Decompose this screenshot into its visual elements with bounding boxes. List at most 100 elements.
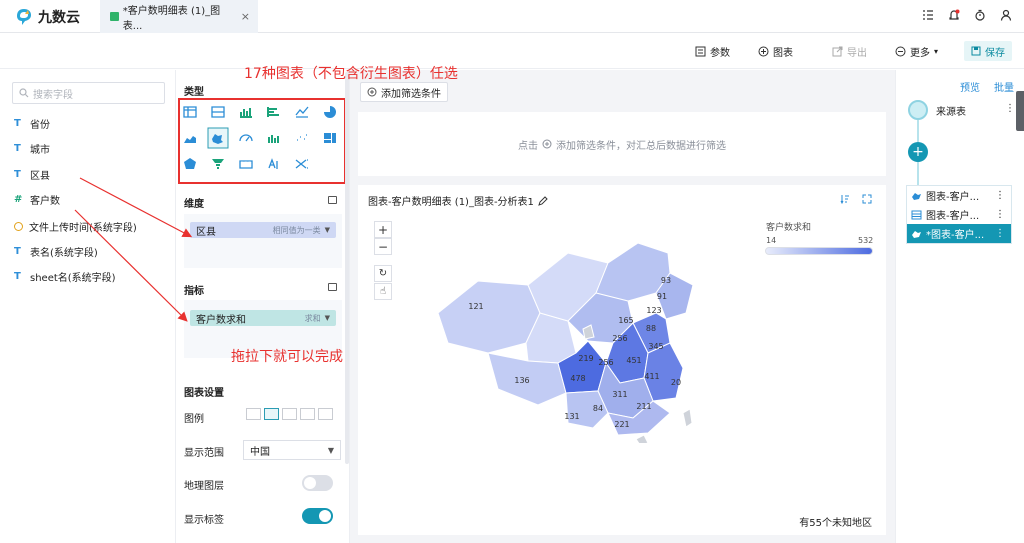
map-value-label: 221 xyxy=(614,420,629,429)
more-button[interactable]: 更多 ▾ xyxy=(895,44,938,59)
chart-type-radar-icon[interactable] xyxy=(184,158,196,169)
legend-none-option[interactable] xyxy=(246,408,261,420)
field-label: 客户数 xyxy=(30,196,60,207)
map-value-label: 91 xyxy=(657,292,667,301)
legend-range-slider[interactable] xyxy=(765,247,873,255)
lock-icon[interactable] xyxy=(328,283,337,291)
close-tab-icon[interactable]: × xyxy=(241,10,250,23)
chart-type-crosstab-icon[interactable] xyxy=(211,106,225,118)
edit-pencil-icon[interactable] xyxy=(538,195,548,206)
top-bar: 九数云 *客户数明细表 (1)_图表... × xyxy=(0,0,1024,33)
map-value-label: 20 xyxy=(671,378,681,387)
reset-view-button[interactable]: ↻ xyxy=(374,265,392,282)
sort-icon[interactable] xyxy=(840,194,850,204)
export-button[interactable]: 导出 xyxy=(832,44,867,59)
chart-type-funnel-icon[interactable] xyxy=(212,159,224,169)
dimension-drop-zone[interactable]: 区县 相同值为一类 ▼ xyxy=(184,214,342,268)
map-value-label: 211 xyxy=(636,402,651,411)
chart-type-stacked-icon[interactable] xyxy=(268,135,279,143)
fields-panel: 搜索字段 T 省份 T 城市 T 区县 # 客户数 文件上传时间(系统字段) T… xyxy=(0,70,175,543)
more-icon[interactable]: ⋮ xyxy=(995,209,1005,220)
range-select[interactable]: 中国 ▼ xyxy=(243,440,341,460)
field-item-district[interactable]: T 区县 xyxy=(14,167,50,182)
add-step-button[interactable]: + xyxy=(908,142,928,162)
map-region[interactable] xyxy=(635,434,649,443)
add-chart-button[interactable]: 图表 xyxy=(758,44,793,59)
chart-type-wordcloud-icon[interactable] xyxy=(268,158,278,169)
map-region[interactable] xyxy=(682,408,693,428)
field-item-upload-time[interactable]: 文件上传时间(系统字段) xyxy=(14,219,137,234)
field-item-table-name[interactable]: T 表名(系统字段) xyxy=(14,244,98,259)
geo-layer-toggle[interactable] xyxy=(302,475,333,491)
settings-section-title: 图表设置 xyxy=(184,388,224,399)
more-icon[interactable]: ⋮ xyxy=(995,190,1005,201)
chart-type-kpi-icon[interactable]: 123 xyxy=(239,160,253,169)
add-filter-button[interactable]: 添加筛选条件 xyxy=(360,82,448,102)
chart-type-scatter-icon[interactable] xyxy=(297,134,307,141)
legend-right-option[interactable] xyxy=(264,408,279,420)
save-button[interactable]: 保存 xyxy=(964,41,1012,61)
field-item-city[interactable]: T 城市 xyxy=(14,141,50,156)
chart-type-pie-icon[interactable] xyxy=(324,106,336,118)
map-value-label: 84 xyxy=(593,404,603,413)
chart-title: 图表-客户数明细表 (1)_图表-分析表1 xyxy=(368,193,548,208)
legend-top-option[interactable] xyxy=(300,408,315,420)
chart-type-area-icon[interactable] xyxy=(184,136,196,143)
preview-link[interactable]: 预览 xyxy=(960,79,980,94)
config-scrollbar[interactable] xyxy=(345,72,349,464)
chevron-down-icon: ▼ xyxy=(327,445,334,455)
chart-type-treemap-icon[interactable] xyxy=(324,133,336,143)
field-item-customer-count[interactable]: # 客户数 xyxy=(14,192,60,207)
caret-down-icon[interactable]: ▼ xyxy=(325,314,330,322)
task-list-icon[interactable] xyxy=(922,9,934,21)
search-input[interactable]: 搜索字段 xyxy=(12,82,165,104)
chart-label: 图表 xyxy=(773,48,793,59)
plus-circle-icon xyxy=(367,87,377,97)
field-item-province[interactable]: T 省份 xyxy=(14,116,50,131)
user-icon[interactable] xyxy=(1000,9,1012,21)
map-value-label: 88 xyxy=(646,324,656,333)
map-value-label: 123 xyxy=(646,306,661,315)
more-icon[interactable]: ⋮ xyxy=(995,228,1005,239)
text-type-icon: T xyxy=(14,143,21,154)
pan-button[interactable]: ☝ xyxy=(374,283,392,300)
filter-drop-zone[interactable]: 点击 添加筛选条件，对汇总后数据进行筛选 xyxy=(358,112,886,176)
logo[interactable]: 九数云 xyxy=(16,7,80,27)
notification-bell-icon[interactable] xyxy=(948,9,960,21)
chart-type-bar-icon[interactable] xyxy=(240,108,252,118)
source-more-icon[interactable]: ⋮ xyxy=(1005,103,1015,114)
legend-left-option[interactable] xyxy=(282,408,297,420)
dimension-pill[interactable]: 区县 相同值为一类 ▼ xyxy=(190,222,336,238)
toggle-knob xyxy=(319,510,331,522)
zoom-out-button[interactable]: − xyxy=(374,238,392,255)
chart-type-flow-icon[interactable] xyxy=(295,159,308,169)
chart-type-table-icon[interactable] xyxy=(183,106,197,118)
params-button[interactable]: 参数 xyxy=(695,44,730,59)
field-item-sheet-name[interactable]: T sheet名(系统字段) xyxy=(14,269,116,284)
indicator-pill[interactable]: 客户数求和 求和 ▼ xyxy=(190,310,336,326)
side-panel-handle[interactable] xyxy=(1016,91,1024,131)
source-node-icon[interactable] xyxy=(908,100,928,120)
tab-active-report[interactable]: *客户数明细表 (1)_图表... × xyxy=(100,0,258,33)
chart-list-item[interactable]: 图表-客户... ⋮ xyxy=(907,205,1011,224)
show-labels-toggle[interactable] xyxy=(302,508,333,524)
chart-type-map-icon[interactable] xyxy=(207,127,229,149)
fullscreen-icon[interactable] xyxy=(862,194,872,204)
top-icons xyxy=(922,9,1012,21)
map-value-label: 93 xyxy=(661,276,671,285)
map-region[interactable] xyxy=(437,280,541,354)
caret-down-icon[interactable]: ▼ xyxy=(325,226,330,234)
chart-type-bar-h-icon[interactable] xyxy=(267,107,279,117)
lock-icon[interactable] xyxy=(328,196,337,204)
batch-link[interactable]: 批量 xyxy=(994,79,1014,94)
chart-list-label: *图表-客户... xyxy=(926,230,985,241)
source-table-label[interactable]: 来源表 xyxy=(936,103,966,118)
chart-list-item-selected[interactable]: *图表-客户... ⋮ xyxy=(907,224,1011,243)
chart-type-gauge-icon[interactable] xyxy=(239,134,253,142)
timer-icon[interactable] xyxy=(974,9,986,21)
chart-list-item[interactable]: 图表-客户... ⋮ xyxy=(907,186,1011,205)
zoom-in-button[interactable]: + xyxy=(374,221,392,238)
legend-bottom-option[interactable] xyxy=(318,408,333,420)
china-map[interactable]: 121 93 91 123 165 88 256 345 219 256 451411 20 478 13… xyxy=(408,213,728,443)
chart-type-line-icon[interactable] xyxy=(295,106,309,118)
